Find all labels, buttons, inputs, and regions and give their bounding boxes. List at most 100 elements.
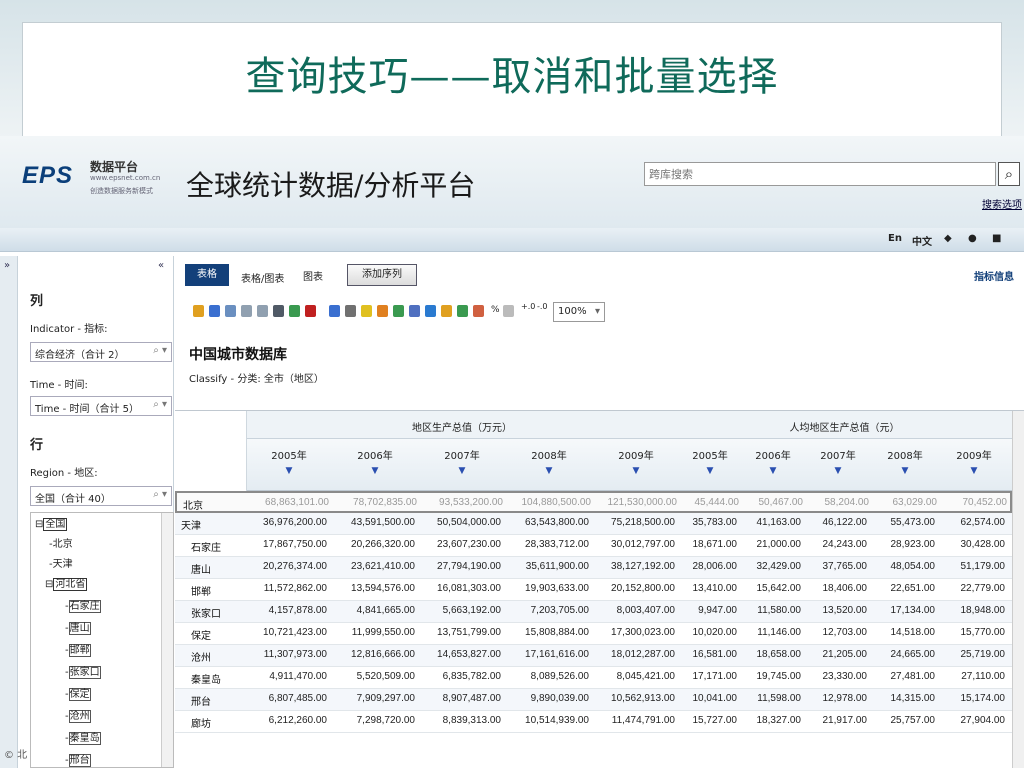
table-cell: 7,203,705.00 <box>530 605 589 616</box>
tree-node[interactable]: -天津 <box>49 555 73 570</box>
year-header[interactable]: 2009年 ▼ <box>939 447 1009 476</box>
users-icon[interactable]: ● <box>968 233 977 244</box>
table-row[interactable]: 唐山 20,276,374.00 23,621,410.00 27,794,190.0… <box>175 557 1012 579</box>
search-dropdown-icon[interactable]: ⌕ ▾ <box>153 345 167 356</box>
excel-icon[interactable] <box>289 305 300 317</box>
undo-icon[interactable] <box>241 305 252 317</box>
table-row[interactable]: 邢台 6,807,485.00 7,909,297.00 8,907,487.00 9,… <box>175 689 1012 711</box>
thousands-icon[interactable] <box>503 305 514 317</box>
year-header[interactable]: 2005年 ▼ <box>679 447 741 476</box>
pdf-icon[interactable] <box>305 305 316 317</box>
table-row[interactable]: 沧州 11,307,973.00 12,816,666.00 14,653,827.0… <box>175 645 1012 667</box>
back-icon[interactable]: ◆ <box>944 233 952 244</box>
add-series-button[interactable]: 添加序列 <box>347 264 417 286</box>
tree-node-hebei[interactable]: ⊟ 河北省 <box>45 575 88 591</box>
sort-arrow-icon[interactable]: ▼ <box>593 466 679 476</box>
zoom-value: 100% <box>558 306 587 317</box>
sort-arrow-icon[interactable]: ▼ <box>871 466 939 476</box>
tab-chart[interactable]: 图表 <box>303 268 323 283</box>
transpose-icon[interactable] <box>425 305 436 317</box>
search-options-link[interactable]: 搜索选项 <box>982 196 1022 211</box>
lang-zh-button[interactable]: 中文 <box>912 233 932 248</box>
lang-en-button[interactable]: En <box>888 233 902 244</box>
search-icon[interactable]: ⌕ <box>998 162 1020 186</box>
redo-icon[interactable] <box>257 305 268 317</box>
time-select[interactable]: Time - 时间（合计 5） ⌕ ▾ <box>30 396 172 416</box>
search-dropdown-icon[interactable]: ⌕ ▾ <box>153 399 167 410</box>
save-icon[interactable] <box>209 305 220 317</box>
search-dropdown-icon[interactable]: ⌕ ▾ <box>153 489 167 500</box>
year-header[interactable]: 2005年 ▼ <box>247 447 331 476</box>
tree-node[interactable]: -石家庄 <box>65 597 101 613</box>
sort-arrow-icon[interactable]: ▼ <box>679 466 741 476</box>
expand-icon[interactable]: » <box>4 260 10 271</box>
merge-icon[interactable] <box>441 305 452 317</box>
region-select[interactable]: 全国（合计 40） ⌕ ▾ <box>30 486 172 506</box>
decrease-decimal-icon[interactable]: -.0 <box>537 302 548 311</box>
table-row[interactable]: 北京 68,863,101.00 78,702,835.00 93,533,200.0… <box>175 491 1012 513</box>
tree-node-root[interactable]: ⊟ 全国 <box>35 515 68 531</box>
grid-icon[interactable] <box>377 305 388 317</box>
tab-table-chart[interactable]: 表格/图表 <box>241 270 284 285</box>
pie-icon[interactable] <box>473 305 484 317</box>
indicator-info-link[interactable]: 指标信息 <box>974 268 1014 283</box>
sort-arrow-icon[interactable]: ▼ <box>741 466 805 476</box>
tree-node[interactable]: -邢台 <box>65 751 91 767</box>
year-header[interactable]: 2007年 ▼ <box>419 447 505 476</box>
sort-icon[interactable] <box>329 305 340 317</box>
print-icon[interactable] <box>273 305 284 317</box>
zoom-select[interactable]: 100% ▾ <box>553 302 605 322</box>
year-header[interactable]: 2008年 ▼ <box>505 447 593 476</box>
columns-icon[interactable] <box>409 305 420 317</box>
search-box[interactable] <box>644 162 996 186</box>
table-cell: 8,045,421.00 <box>616 671 675 682</box>
tree-node[interactable]: -邯郸 <box>65 641 91 657</box>
left-collapse-bar[interactable]: » <box>0 256 18 768</box>
sort-arrow-icon[interactable]: ▼ <box>505 466 593 476</box>
sort-arrow-icon[interactable]: ▼ <box>805 466 871 476</box>
sort-arrow-icon[interactable]: ▼ <box>939 466 1009 476</box>
percent-icon[interactable]: % <box>491 305 500 315</box>
tree-node[interactable]: -保定 <box>65 685 91 701</box>
eps-logo[interactable]: EPS <box>22 162 73 190</box>
table-row[interactable]: 保定 10,721,423.00 11,999,550.00 13,751,799.0… <box>175 623 1012 645</box>
tree-node[interactable]: -唐山 <box>65 619 91 635</box>
table-row[interactable]: 邯郸 11,572,862.00 13,594,576.00 16,081,303.0… <box>175 579 1012 601</box>
table-scrollbar[interactable] <box>1012 411 1024 768</box>
tree-node[interactable]: -秦皇岛 <box>65 729 101 745</box>
document-icon[interactable]: ■ <box>992 233 1001 244</box>
increase-decimal-icon[interactable]: +.0 <box>521 302 535 311</box>
collapse-icon[interactable]: « <box>158 260 164 271</box>
year-header[interactable]: 2006年 ▼ <box>331 447 419 476</box>
year-label: 2009年 <box>618 451 654 462</box>
table-cell: 23,607,230.00 <box>437 539 501 550</box>
sort-arrow-icon[interactable]: ▼ <box>331 466 419 476</box>
calc-icon[interactable] <box>393 305 404 317</box>
indicator-select[interactable]: 综合经济（合计 2） ⌕ ▾ <box>30 342 172 362</box>
year-header[interactable]: 2009年 ▼ <box>593 447 679 476</box>
sort-arrow-icon[interactable]: ▼ <box>247 466 331 476</box>
table-row[interactable]: 天津 36,976,200.00 43,591,500.00 50,504,000.0… <box>175 513 1012 535</box>
tree-node[interactable]: -沧州 <box>65 707 91 723</box>
sort-arrow-icon[interactable]: ▼ <box>419 466 505 476</box>
bar-icon[interactable] <box>457 305 468 317</box>
tree-scrollbar[interactable] <box>161 513 173 767</box>
tree-node[interactable]: -北京 <box>49 535 73 550</box>
filter-icon[interactable] <box>345 305 356 317</box>
tab-table[interactable]: 表格 <box>185 264 229 286</box>
year-header[interactable]: 2007年 ▼ <box>805 447 871 476</box>
search-input[interactable] <box>645 163 995 185</box>
table-row[interactable]: 石家庄 17,867,750.00 20,266,320.00 23,607,230.… <box>175 535 1012 557</box>
open-icon[interactable] <box>193 305 204 317</box>
year-header[interactable]: 2008年 ▼ <box>871 447 939 476</box>
chevron-down-icon[interactable]: ▾ <box>595 306 600 317</box>
export-icon[interactable] <box>225 305 236 317</box>
table-row[interactable]: 张家口 4,157,878.00 4,841,665.00 5,663,192.00 7… <box>175 601 1012 623</box>
table-cell: 14,315.00 <box>890 693 936 704</box>
table-row[interactable]: 廊坊 6,212,260.00 7,298,720.00 8,839,313.00 10… <box>175 711 1012 733</box>
table-cell: 58,204.00 <box>824 497 870 508</box>
year-header[interactable]: 2006年 ▼ <box>741 447 805 476</box>
table-row[interactable]: 秦皇岛 4,911,470.00 5,520,509.00 6,835,782.00 8… <box>175 667 1012 689</box>
chart-icon[interactable] <box>361 305 372 317</box>
tree-node[interactable]: -张家口 <box>65 663 101 679</box>
